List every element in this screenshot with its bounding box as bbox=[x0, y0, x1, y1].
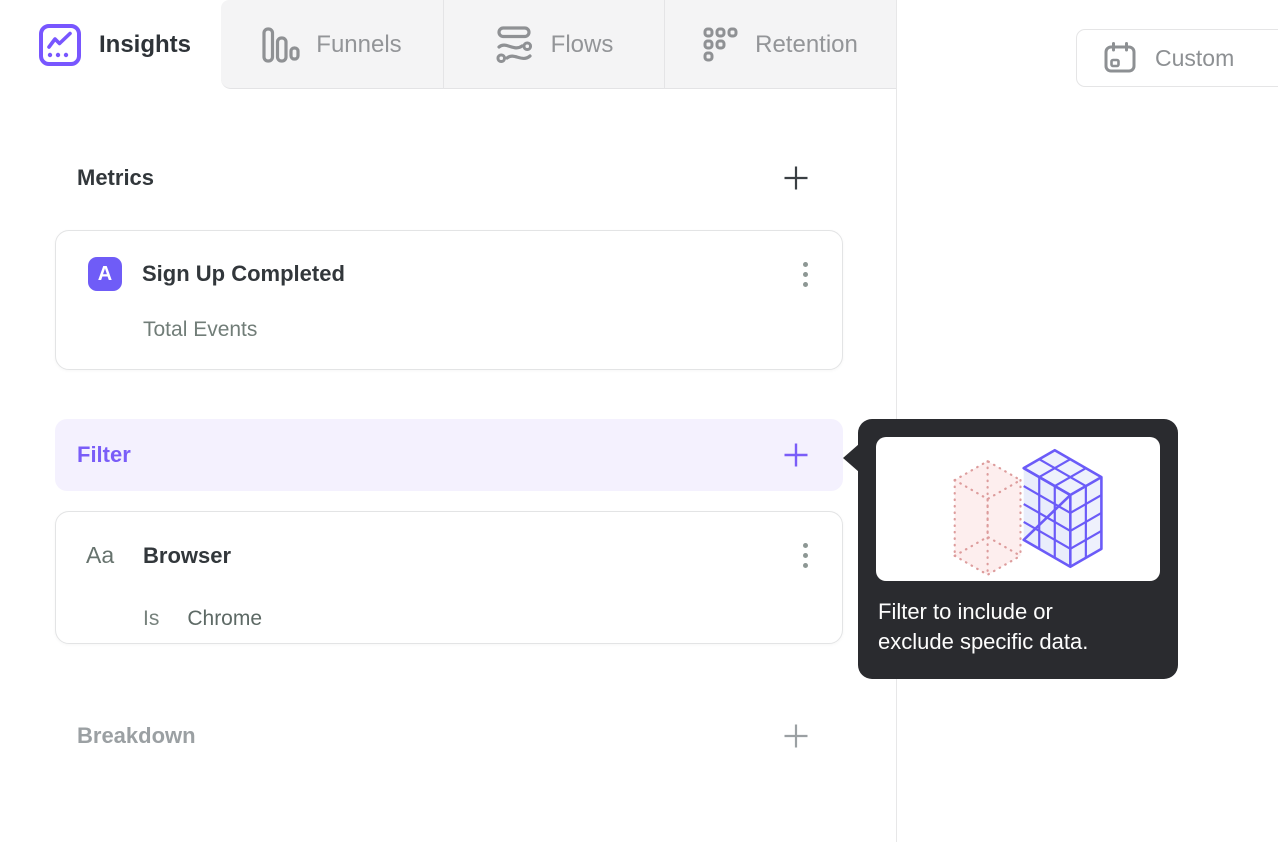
filter-card[interactable]: Aa Browser Is Chrome bbox=[55, 511, 843, 644]
filter-section-title: Filter bbox=[77, 442, 131, 467]
metric-card[interactable]: A Sign Up Completed Total Events bbox=[55, 230, 843, 370]
filter-value[interactable]: Chrome bbox=[187, 607, 262, 631]
tooltip-arrow bbox=[843, 444, 859, 472]
custom-date-label: Custom bbox=[1155, 44, 1235, 71]
filter-tooltip: Filter to include or exclude specific da… bbox=[843, 419, 1178, 679]
tooltip-text-line1: Filter to include or bbox=[878, 599, 1053, 624]
custom-date-button[interactable]: Custom bbox=[1076, 29, 1278, 87]
filter-illustration bbox=[876, 437, 1160, 581]
metrics-section-header: Metrics bbox=[55, 160, 843, 196]
add-breakdown-button[interactable] bbox=[783, 723, 809, 749]
bar-chart-icon bbox=[262, 26, 300, 63]
report-tabbar: Insights Funnels Flows Retention bbox=[0, 0, 897, 89]
metrics-section-title: Metrics bbox=[77, 165, 155, 190]
insights-icon bbox=[37, 22, 83, 68]
tooltip-text-line2: exclude specific data. bbox=[878, 629, 1089, 654]
breakdown-section-header: Breakdown bbox=[55, 718, 843, 754]
metric-menu-kebab-icon[interactable] bbox=[797, 258, 814, 291]
tab-insights[interactable]: Insights bbox=[0, 0, 221, 89]
tab-flows-label: Flows bbox=[550, 30, 614, 58]
calendar-icon bbox=[1103, 41, 1137, 75]
series-badge: A bbox=[88, 257, 122, 291]
tab-insights-label: Insights bbox=[99, 30, 192, 58]
tab-funnels[interactable]: Funnels bbox=[221, 0, 443, 89]
tooltip-text: Filter to include or exclude specific da… bbox=[876, 597, 1160, 657]
tab-funnels-label: Funnels bbox=[316, 30, 402, 58]
tab-flows[interactable]: Flows bbox=[443, 0, 664, 89]
tab-retention-label: Retention bbox=[755, 30, 858, 58]
add-metric-button[interactable] bbox=[783, 165, 809, 191]
insights-builder-page: Insights Funnels Flows Retention Custom … bbox=[0, 0, 1278, 842]
filter-property-name: Browser bbox=[143, 542, 232, 568]
metric-aggregation[interactable]: Total Events bbox=[143, 318, 814, 342]
string-property-icon: Aa bbox=[86, 542, 115, 568]
metric-event-name: Sign Up Completed bbox=[142, 261, 345, 286]
flow-lines-icon bbox=[495, 25, 535, 64]
filter-operator[interactable]: Is bbox=[143, 607, 159, 631]
filter-section-header[interactable]: Filter bbox=[55, 419, 843, 491]
tab-retention[interactable]: Retention bbox=[664, 0, 896, 89]
add-filter-button[interactable] bbox=[783, 442, 809, 468]
inactive-tabs: Funnels Flows Retention bbox=[221, 0, 897, 89]
breakdown-section-title: Breakdown bbox=[77, 723, 196, 748]
dot-grid-icon bbox=[703, 27, 739, 63]
filter-menu-kebab-icon[interactable] bbox=[797, 539, 814, 572]
